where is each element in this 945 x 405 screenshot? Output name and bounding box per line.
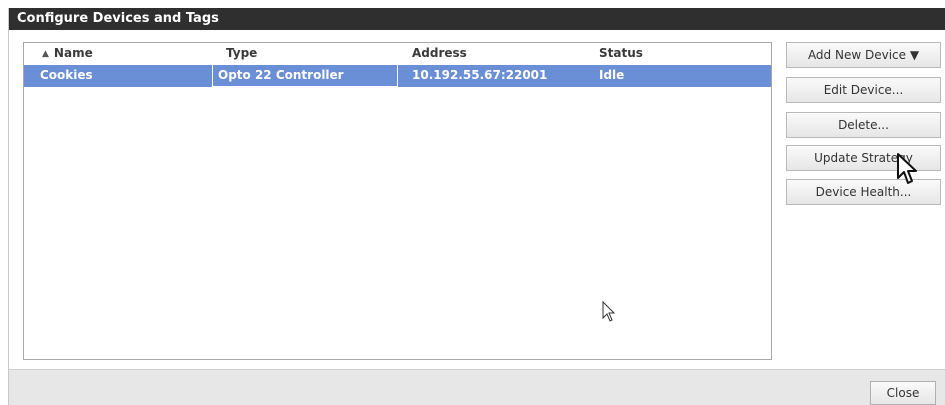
cell-name: Cookies [40, 68, 93, 82]
table-row[interactable]: Cookies Opto 22 Controller 10.192.55.67:… [24, 65, 771, 87]
column-header-name[interactable]: ▲ Name [42, 43, 93, 65]
delete-button[interactable]: Delete... [786, 112, 941, 138]
dialog-footer [9, 369, 945, 405]
add-new-device-button[interactable]: Add New Device ▼ [786, 42, 941, 68]
column-header-address[interactable]: Address [412, 43, 467, 65]
table-header: ▲ Name Type Address Status [24, 43, 771, 65]
column-header-type[interactable]: Type [226, 43, 257, 65]
sort-ascending-icon: ▲ [42, 49, 49, 59]
edit-device-button[interactable]: Edit Device... [786, 77, 941, 103]
devices-table: ▲ Name Type Address Status Cookies Opto 2… [23, 42, 772, 360]
cell-address: 10.192.55.67:22001 [412, 68, 548, 82]
cell-status: Idle [599, 68, 625, 82]
dialog-title: Configure Devices and Tags [9, 8, 945, 30]
arrow-cursor-icon [897, 153, 917, 184]
column-header-status[interactable]: Status [599, 43, 643, 65]
arrow-cursor-icon [602, 301, 616, 322]
close-button[interactable]: Close [870, 381, 936, 405]
configure-devices-dialog: Configure Devices and Tags ▲ Name Type Ad… [8, 8, 945, 405]
cell-type-editor[interactable]: Opto 22 Controller [212, 65, 398, 87]
